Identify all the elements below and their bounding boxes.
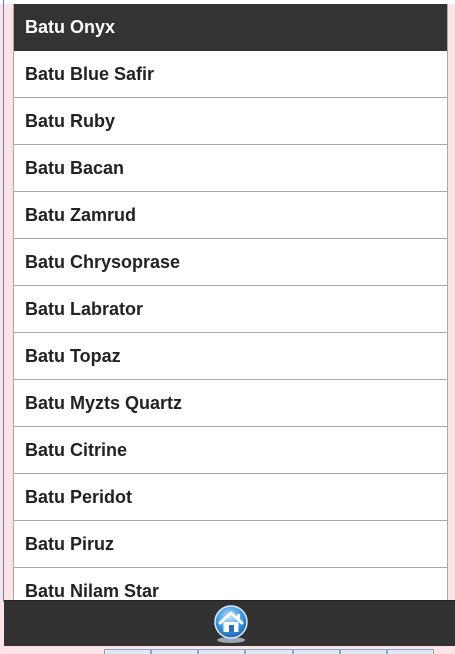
list-item[interactable]: Batu Myzts Quartz — [14, 380, 447, 427]
bottom-toolbar — [4, 600, 455, 647]
list-item[interactable]: Batu Nilam Star — [14, 568, 447, 600]
tab-stub — [151, 649, 199, 654]
list-item[interactable]: Batu Zamrud — [14, 192, 447, 239]
tab-stubs — [104, 649, 434, 654]
list-item[interactable]: Batu Topaz — [14, 333, 447, 380]
list-item[interactable]: Batu Peridot — [14, 474, 447, 521]
stone-list[interactable]: Batu Onyx Batu Blue Safir Batu Ruby Batu… — [13, 4, 448, 600]
tab-stub — [339, 649, 387, 654]
tab-stub — [386, 649, 434, 654]
list-item[interactable]: Batu Chrysoprase — [14, 239, 447, 286]
bottom-edge — [0, 646, 455, 654]
list-item[interactable]: Batu Blue Safir — [14, 51, 447, 98]
list-item[interactable]: Batu Labrator — [14, 286, 447, 333]
app-frame: Batu Onyx Batu Blue Safir Batu Ruby Batu… — [0, 0, 455, 654]
tab-stub — [245, 649, 293, 654]
list-item[interactable]: Batu Citrine — [14, 427, 447, 474]
list-item[interactable]: Batu Bacan — [14, 145, 447, 192]
tab-stub — [292, 649, 340, 654]
tab-stub — [198, 649, 246, 654]
tab-stub — [104, 649, 152, 654]
home-icon — [214, 605, 248, 643]
home-button[interactable] — [211, 604, 251, 644]
list-item[interactable]: Batu Onyx — [14, 4, 447, 51]
list-item[interactable]: Batu Ruby — [14, 98, 447, 145]
left-edge-divider — [3, 0, 4, 602]
list-item[interactable]: Batu Piruz — [14, 521, 447, 568]
